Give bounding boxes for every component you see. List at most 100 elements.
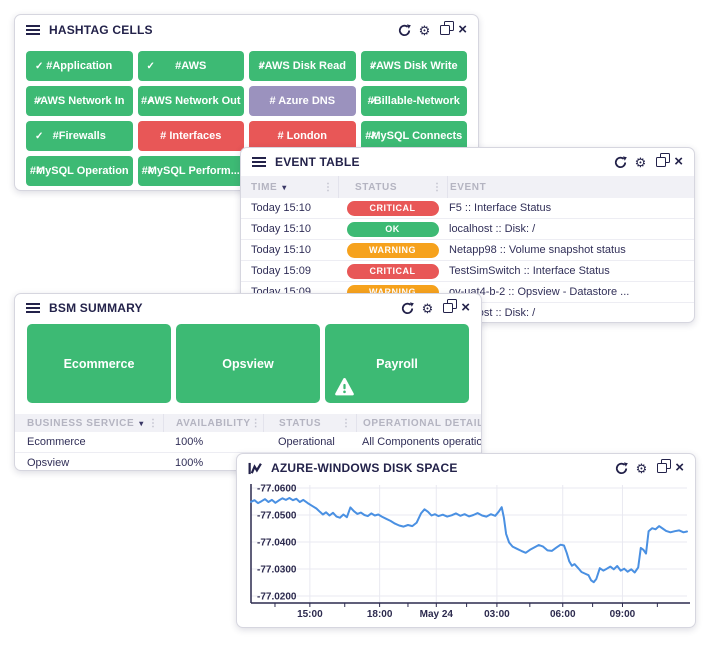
menu-icon[interactable] bbox=[26, 25, 40, 35]
column-label: EVENT bbox=[450, 182, 486, 193]
event-description: F5 :: Interface Status bbox=[447, 202, 694, 214]
bsm-tile[interactable]: Ecommerce bbox=[27, 324, 171, 403]
bsm-tile[interactable]: Opsview bbox=[176, 324, 320, 403]
column-label: BUSINESS SERVICE bbox=[27, 418, 134, 429]
window-header[interactable]: EVENT TABLE ⚙ × bbox=[241, 148, 694, 176]
hashtag-cell-label: #Application bbox=[46, 60, 112, 72]
duplicate-icon[interactable] bbox=[443, 303, 453, 313]
y-axis-label: -77.0500 bbox=[257, 511, 297, 522]
y-axis-label: -77.0400 bbox=[257, 538, 297, 549]
bsm-table-header: BUSINESS SERVICE ▾ ⋮ AVAILABILITY ⋮ STAT… bbox=[15, 414, 481, 432]
bsm-tile-label: Ecommerce bbox=[64, 357, 135, 371]
x-axis-label: 03:00 bbox=[484, 609, 510, 620]
hashtag-cell-label: #AWS Disk Read bbox=[259, 60, 346, 72]
hashtag-cell[interactable]: ✓#AWS Disk Read bbox=[249, 51, 356, 81]
duplicate-icon[interactable] bbox=[440, 25, 450, 35]
bsm-status: Operational bbox=[263, 436, 356, 448]
window-actions: ⚙ × bbox=[614, 156, 683, 169]
hashtag-cell[interactable]: # Azure DNS bbox=[249, 86, 356, 116]
column-label: AVAILABILITY bbox=[176, 418, 251, 429]
hashtag-cell[interactable]: ✓#MySQL Operation bbox=[26, 156, 133, 186]
event-table-row[interactable]: Today 15:09CRITICALTestSimSwitch :: Inte… bbox=[241, 261, 694, 282]
column-header-time[interactable]: TIME ▾ ⋮ bbox=[241, 176, 338, 198]
event-table-row[interactable]: Today 15:10WARNINGNetapp98 :: Volume sna… bbox=[241, 240, 694, 261]
column-menu-icon[interactable]: ⋮ bbox=[432, 182, 447, 193]
bsm-tile[interactable]: Payroll bbox=[325, 324, 469, 403]
hashtag-cell[interactable]: ✓ #AWS bbox=[138, 51, 245, 81]
menu-icon[interactable] bbox=[252, 157, 266, 167]
bsm-summary-window: BSM SUMMARY ⚙ × EcommerceOpsviewPayroll … bbox=[14, 293, 482, 471]
hashtag-cell-label: #AWS Network Out bbox=[141, 95, 241, 107]
column-header-status[interactable]: STATUS ⋮ bbox=[263, 414, 356, 432]
event-table-row[interactable]: Today 15:10CRITICALF5 :: Interface Statu… bbox=[241, 198, 694, 219]
hashtag-cell[interactable]: ✓#Billable-Network bbox=[361, 86, 468, 116]
column-header-availability[interactable]: AVAILABILITY ⋮ bbox=[163, 414, 263, 432]
hashtag-cell-label: # Azure DNS bbox=[269, 95, 335, 107]
hashtag-cell[interactable]: ✓#AWS Network In bbox=[26, 86, 133, 116]
hashtag-cell[interactable]: ✓#Firewalls bbox=[26, 121, 133, 151]
close-icon[interactable]: × bbox=[458, 22, 467, 37]
hashtag-cell-label: #AWS bbox=[175, 60, 206, 72]
hashtag-cell[interactable]: ✓#AWS Disk Write bbox=[361, 51, 468, 81]
warning-icon bbox=[334, 377, 355, 396]
column-menu-icon[interactable]: ⋮ bbox=[323, 182, 338, 193]
x-axis-label: May 24 bbox=[420, 609, 454, 620]
check-icon: ✓ bbox=[147, 96, 155, 107]
window-header[interactable]: AZURE-WINDOWS DISK SPACE ⚙ × bbox=[237, 454, 695, 482]
window-title: HASHTAG CELLS bbox=[49, 23, 398, 37]
status-badge: CRITICAL bbox=[347, 264, 439, 279]
column-label: STATUS bbox=[355, 182, 397, 193]
check-icon: ✓ bbox=[370, 96, 378, 107]
refresh-icon[interactable] bbox=[615, 462, 628, 475]
window-actions: ⚙ × bbox=[615, 462, 684, 475]
window-header[interactable]: HASHTAG CELLS ⚙ × bbox=[15, 15, 478, 45]
refresh-icon[interactable] bbox=[398, 24, 411, 37]
bsm-detail: All Components operational bbox=[356, 436, 481, 448]
disk-space-chart: -77.0600-77.0500-77.0400-77.0300-77.0200… bbox=[237, 482, 695, 628]
hashtag-cell-label: #MySQL Connects bbox=[365, 130, 462, 142]
check-icon: ✓ bbox=[147, 166, 155, 177]
hashtag-cell[interactable]: ✓#Application bbox=[26, 51, 133, 81]
event-table-header: TIME ▾ ⋮ STATUS ⋮ EVENT bbox=[241, 176, 694, 198]
column-label: STATUS bbox=[279, 418, 321, 429]
window-title: BSM SUMMARY bbox=[49, 301, 401, 315]
refresh-icon[interactable] bbox=[614, 156, 627, 169]
check-icon: ✓ bbox=[35, 61, 43, 72]
check-icon: ✓ bbox=[147, 61, 155, 72]
close-icon[interactable]: × bbox=[461, 300, 470, 315]
event-description: localhost :: Disk: / bbox=[447, 223, 694, 235]
sort-desc-icon: ▾ bbox=[139, 419, 144, 428]
disk-space-series-line bbox=[251, 498, 687, 582]
hashtag-cell[interactable]: ✓#MySQL Perform... bbox=[138, 156, 245, 186]
check-icon: ✓ bbox=[35, 131, 43, 142]
close-icon[interactable]: × bbox=[674, 154, 683, 169]
close-icon[interactable]: × bbox=[675, 460, 684, 475]
refresh-icon[interactable] bbox=[401, 302, 414, 315]
column-header-operational-detail[interactable]: OPERATIONAL DETAIL bbox=[356, 414, 481, 432]
gear-icon[interactable]: ⚙ bbox=[422, 302, 434, 315]
status-badge: CRITICAL bbox=[347, 201, 439, 216]
hashtag-cell[interactable]: # Interfaces bbox=[138, 121, 245, 151]
bsm-table-row[interactable]: Ecommerce100%OperationalAll Components o… bbox=[15, 432, 481, 453]
duplicate-icon[interactable] bbox=[657, 463, 667, 473]
column-menu-icon[interactable]: ⋮ bbox=[148, 418, 163, 429]
column-header-status[interactable]: STATUS ⋮ bbox=[338, 176, 447, 198]
gear-icon[interactable]: ⚙ bbox=[636, 462, 648, 475]
hashtag-cell-label: #AWS Disk Write bbox=[370, 60, 458, 72]
column-menu-icon[interactable]: ⋮ bbox=[341, 418, 356, 429]
disk-space-chart-window: AZURE-WINDOWS DISK SPACE ⚙ × -77.0600-77… bbox=[236, 453, 696, 628]
gear-icon[interactable]: ⚙ bbox=[635, 156, 647, 169]
gear-icon[interactable]: ⚙ bbox=[419, 24, 431, 37]
column-header-event[interactable]: EVENT bbox=[447, 176, 694, 198]
event-time: Today 15:09 bbox=[241, 265, 338, 277]
status-badge: WARNING bbox=[347, 243, 439, 258]
hashtag-cell[interactable]: ✓#AWS Network Out bbox=[138, 86, 245, 116]
window-header[interactable]: BSM SUMMARY ⚙ × bbox=[15, 294, 481, 322]
hashtag-cell-label: #AWS Network In bbox=[34, 95, 124, 107]
duplicate-icon[interactable] bbox=[656, 157, 666, 167]
column-header-business-service[interactable]: BUSINESS SERVICE ▾ ⋮ bbox=[15, 414, 163, 432]
event-status-cell: WARNING bbox=[338, 243, 447, 258]
menu-icon[interactable] bbox=[26, 303, 40, 313]
event-table-row[interactable]: Today 15:10OKlocalhost :: Disk: / bbox=[241, 219, 694, 240]
x-axis-label: 15:00 bbox=[297, 609, 323, 620]
